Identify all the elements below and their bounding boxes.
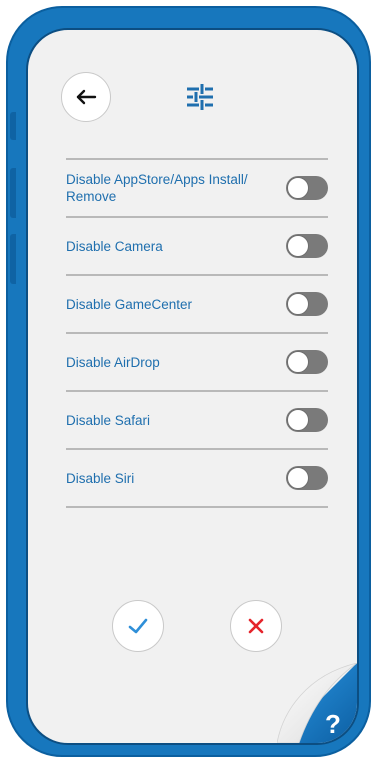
appstore-toggle[interactable]	[286, 176, 328, 200]
toggle-knob	[287, 177, 309, 199]
setting-label: Disable AirDrop	[66, 354, 160, 370]
arrow-left-icon	[76, 89, 97, 105]
close-icon	[248, 618, 264, 634]
setting-row-gamecenter: Disable GameCenter	[66, 276, 328, 334]
toggle-knob	[287, 467, 309, 489]
setting-row-camera: Disable Camera	[66, 218, 328, 276]
airdrop-toggle[interactable]	[286, 350, 328, 374]
phone-side-button-2	[10, 168, 16, 218]
back-button[interactable]	[61, 72, 111, 122]
setting-row-siri: Disable Siri	[66, 450, 328, 508]
phone-screen: Disable AppStore/Apps Install/ Remove Di…	[26, 28, 359, 745]
setting-label: Disable Siri	[66, 470, 135, 486]
help-button[interactable]: ?	[277, 663, 357, 743]
safari-toggle[interactable]	[286, 408, 328, 432]
cancel-button[interactable]	[230, 600, 282, 652]
setting-label: Disable GameCenter	[66, 296, 193, 312]
setting-row-airdrop: Disable AirDrop	[66, 334, 328, 392]
siri-toggle[interactable]	[286, 466, 328, 490]
sliders-icon[interactable]	[185, 82, 215, 112]
toggle-knob	[287, 293, 309, 315]
toggle-knob	[287, 235, 309, 257]
toggle-knob	[287, 351, 309, 373]
settings-list: Disable AppStore/Apps Install/ Remove Di…	[66, 158, 328, 508]
checkmark-icon	[128, 618, 148, 634]
confirm-button[interactable]	[112, 600, 164, 652]
toggle-knob	[287, 409, 309, 431]
setting-row-safari: Disable Safari	[66, 392, 328, 450]
help-label: ?	[325, 709, 341, 739]
gamecenter-toggle[interactable]	[286, 292, 328, 316]
setting-label: Disable Safari	[66, 412, 151, 428]
camera-toggle[interactable]	[286, 234, 328, 258]
setting-label: Disable Camera	[66, 238, 163, 254]
phone-side-button-1	[10, 112, 16, 140]
phone-side-button-3	[10, 234, 16, 284]
setting-label: Disable AppStore/Apps Install/ Remove	[66, 172, 248, 204]
setting-row-appstore: Disable AppStore/Apps Install/ Remove	[66, 160, 328, 218]
